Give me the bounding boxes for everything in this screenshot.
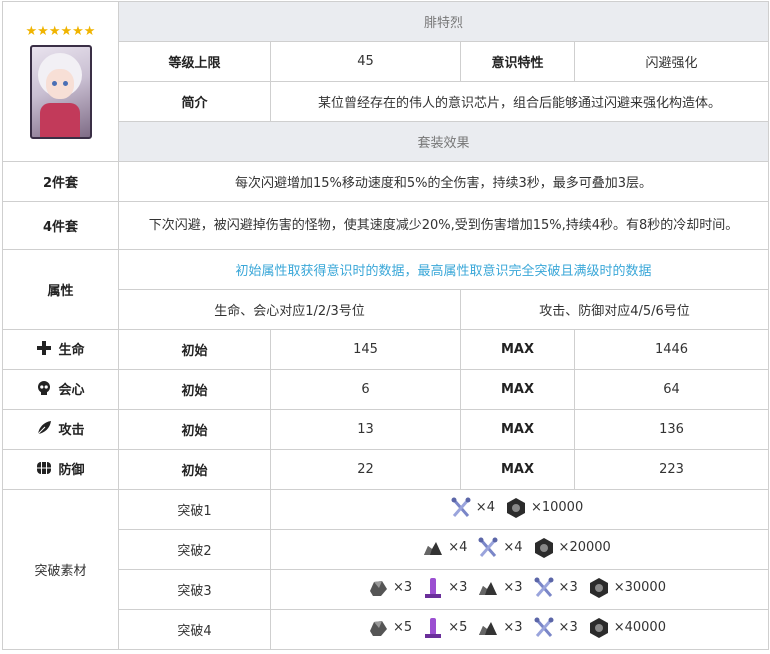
stat-max: 136 [573, 409, 770, 450]
stat-max: 1446 [573, 329, 770, 370]
max-label: MAX [460, 369, 575, 410]
leaf-blade-icon [38, 421, 52, 435]
breakthrough-name: 突破3 [118, 569, 271, 610]
trait-label: 意识特性 [460, 41, 575, 82]
plus-icon [37, 341, 52, 356]
ore-chunk-icon [479, 621, 498, 635]
stat-row: 生命 初始 145 MAX 1446 [2, 329, 770, 370]
attributes-label: 属性 [2, 249, 119, 330]
material-count: ×40000 [613, 620, 666, 635]
stat-initial: 13 [270, 409, 461, 450]
breakthrough-label: 突破素材 [2, 489, 119, 650]
stat-row: 攻击 初始 13 MAX 136 [2, 409, 770, 450]
stat-row: 防御 初始 22 MAX 223 [2, 449, 770, 490]
initial-label: 初始 [118, 409, 271, 450]
set-2-label: 2件套 [2, 161, 119, 202]
material-count: ×30000 [613, 580, 666, 595]
set-effect-title: 套装效果 [117, 121, 770, 162]
gray-ore-icon [370, 580, 388, 596]
rarity-stars: ★★★★★★ [25, 24, 96, 39]
crossed-wrench-icon [451, 497, 471, 517]
material-count: ×5 [393, 620, 413, 635]
stat-initial: 22 [270, 449, 461, 490]
crossed-wrench-icon [534, 617, 554, 637]
crossed-wrench-icon [534, 577, 554, 597]
breakthrough-materials: ×4 ×10000 [269, 489, 770, 530]
attributes-note: 初始属性取获得意识时的数据，最高属性取意识完全突破且满级时的数据 [117, 249, 770, 290]
max-label: MAX [460, 329, 575, 370]
material-count: ×20000 [558, 540, 611, 555]
slot-right-desc: 攻击、防御对应4/5/6号位 [459, 289, 770, 330]
max-level-value: 45 [270, 41, 461, 82]
initial-label: 初始 [118, 449, 271, 490]
breakthrough-name: 突破4 [118, 609, 271, 650]
skull-icon [38, 381, 51, 396]
max-label: MAX [460, 409, 575, 450]
purple-tube-icon [425, 577, 442, 598]
breakthrough-name: 突破1 [118, 489, 271, 530]
shield-grid-icon [37, 462, 52, 475]
hex-nut-icon [589, 577, 608, 598]
material-count: ×4 [503, 540, 523, 555]
hex-nut-icon [506, 497, 525, 518]
set-4-text: 下次闪避，被闪避掉伤害的怪物，使其速度减少20%,受到伤害增加15%,持续4秒。… [117, 201, 770, 250]
max-level-label: 等级上限 [118, 41, 271, 82]
material-count: ×3 [558, 620, 578, 635]
slot-left-desc: 生命、会心对应1/2/3号位 [118, 289, 461, 330]
initial-label: 初始 [118, 329, 271, 370]
purple-tube-icon [425, 617, 442, 638]
intro-text: 某位曾经存在的伟人的意识芯片，组合后能够通过闪避来强化构造体。 [269, 81, 770, 122]
material-count: ×3 [503, 620, 523, 635]
stat-initial: 6 [270, 369, 461, 410]
portrait-cell: ★★★★★★ [2, 1, 119, 162]
stat-name: 攻击 [58, 422, 85, 438]
material-count: ×3 [448, 580, 468, 595]
stat-name: 生命 [58, 342, 85, 358]
intro-label: 简介 [118, 81, 271, 122]
breakthrough-materials: ×5 ×5 ×3 ×3 ×40000 [269, 609, 770, 650]
material-count: ×4 [448, 540, 468, 555]
breakthrough-name: 突破2 [118, 529, 271, 570]
character-portrait [29, 45, 92, 139]
ore-chunk-icon [479, 581, 498, 595]
breakthrough-row: 突破素材 突破1 ×4 ×10000 [2, 489, 770, 650]
material-count: ×5 [448, 620, 468, 635]
initial-label: 初始 [118, 369, 271, 410]
material-count: ×4 [475, 500, 495, 515]
stat-max: 64 [573, 369, 770, 410]
stat-initial: 145 [270, 329, 461, 370]
trait-value: 闪避强化 [573, 41, 770, 82]
hex-nut-icon [534, 537, 553, 558]
material-count: ×3 [503, 580, 523, 595]
memory-info-table: ★★★★★★ 腓特烈 等级上限 45 意识特性 闪避强化 简介 某位曾经存在的伟… [2, 1, 770, 650]
crossed-wrench-icon [478, 537, 498, 557]
stat-max: 223 [573, 449, 770, 490]
set-4-label: 4件套 [2, 201, 119, 250]
stat-row: 会心 初始 6 MAX 64 [2, 369, 770, 410]
material-count: ×3 [393, 580, 413, 595]
max-label: MAX [460, 449, 575, 490]
breakthrough-materials: ×3 ×3 ×3 ×3 ×30000 [269, 569, 770, 610]
set-2-text: 每次闪避增加15%移动速度和5%的全伤害，持续3秒，最多可叠加3层。 [117, 161, 770, 202]
breakthrough-materials: ×4 ×4 ×20000 [269, 529, 770, 570]
ore-chunk-icon [424, 541, 443, 555]
stat-name: 会心 [58, 382, 85, 398]
gray-ore-icon [370, 620, 388, 636]
material-count: ×3 [558, 580, 578, 595]
stat-name: 防御 [58, 462, 85, 478]
memory-name: 腓特烈 [117, 1, 770, 42]
material-count: ×10000 [530, 500, 584, 515]
hex-nut-icon [589, 617, 608, 638]
